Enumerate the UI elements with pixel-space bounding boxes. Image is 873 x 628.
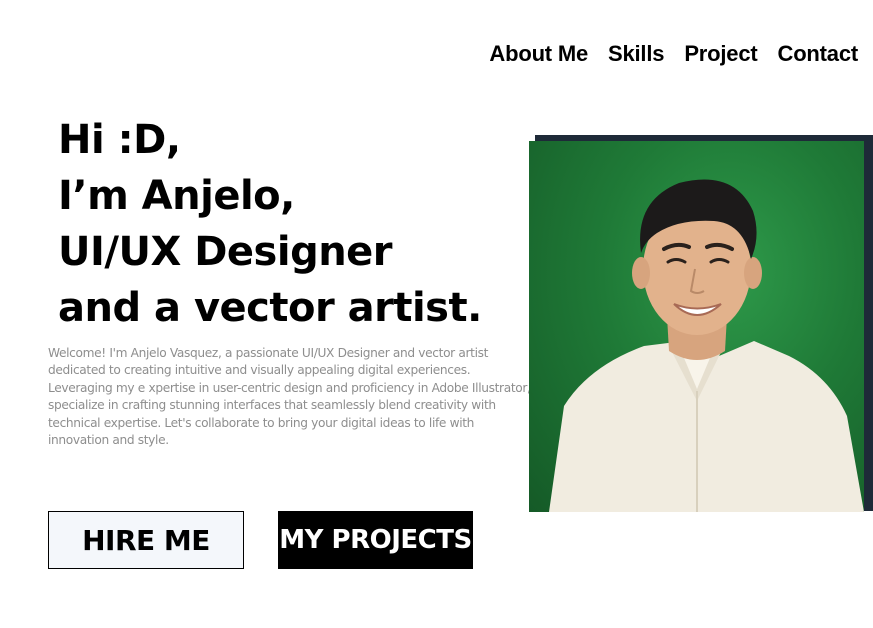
nav-item-project[interactable]: Project (684, 41, 757, 67)
nav-item-contact[interactable]: Contact (778, 41, 859, 67)
portrait-illustration (549, 179, 864, 512)
top-nav: About Me Skills Project Contact (489, 41, 858, 67)
intro-paragraph: Welcome! I'm Anjelo Vasquez, a passionat… (48, 346, 538, 448)
hero-line-role: UI/UX Designer (58, 229, 393, 275)
hero-line-name: I’m Anjelo, (58, 173, 295, 219)
portfolio-page: About Me Skills Project Contact Hi :D, I… (0, 0, 873, 628)
my-projects-button[interactable]: MY PROJECTS (278, 511, 473, 569)
hero-line-greeting: Hi :D, (58, 117, 181, 163)
hero-heading: Hi :D, I’m Anjelo, UI/UX Designer and a … (58, 112, 482, 336)
profile-photo (529, 141, 864, 512)
nav-item-skills[interactable]: Skills (608, 41, 664, 67)
hire-me-button[interactable]: HIRE ME (48, 511, 244, 569)
nav-item-about-me[interactable]: About Me (489, 41, 588, 67)
hero-line-artist: and a vector artist. (58, 285, 482, 331)
